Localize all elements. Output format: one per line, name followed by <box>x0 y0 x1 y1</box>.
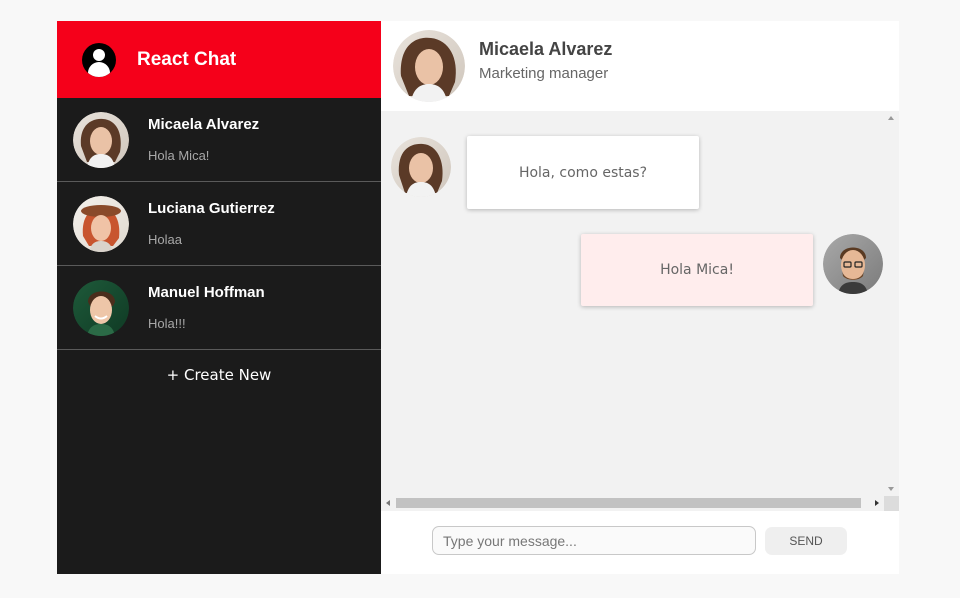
horizontal-scroll-thumb[interactable] <box>396 498 861 508</box>
contact-name: Micaela Alvarez <box>479 38 613 59</box>
contact-role: Marketing manager <box>479 64 609 82</box>
send-button[interactable]: SEND <box>765 527 847 555</box>
user-circle-icon <box>82 42 116 77</box>
chat-header: Micaela Alvarez Marketing manager <box>381 21 899 111</box>
incoming-avatar <box>391 137 451 197</box>
scroll-up-arrow-icon[interactable] <box>888 116 894 120</box>
message-list[interactable]: Hola, como estas? Hola Mica! <box>381 111 899 511</box>
scroll-left-arrow-icon[interactable] <box>386 500 390 506</box>
conversation-preview: Holaa <box>148 232 182 247</box>
outgoing-avatar <box>823 234 883 294</box>
horizontal-scrollbar[interactable] <box>381 496 899 511</box>
conversation-item-manuel[interactable]: Manuel Hoffman Hola!!! <box>57 266 381 350</box>
scroll-down-arrow-icon[interactable] <box>888 487 894 491</box>
avatar-micaela <box>73 111 129 168</box>
scroll-right-arrow-icon[interactable] <box>875 500 879 506</box>
conversation-item-luciana[interactable]: Luciana Gutierrez Holaa <box>57 182 381 266</box>
conversation-item-micaela[interactable]: Micaela Alvarez Hola Mica! <box>57 98 381 182</box>
conversation-name: Luciana Gutierrez <box>148 200 275 217</box>
conversation-preview: Hola Mica! <box>148 148 210 163</box>
conversation-name: Manuel Hoffman <box>148 284 265 301</box>
contact-avatar <box>393 30 465 102</box>
vertical-scrollbar[interactable] <box>884 111 899 496</box>
conversation-name: Micaela Alvarez <box>148 116 260 133</box>
scrollbar-corner <box>884 496 899 511</box>
sidebar: React Chat Micaela Alvarez Hola Mica! Lu… <box>57 21 381 574</box>
app-header: React Chat <box>57 21 381 98</box>
app-title: React Chat <box>137 48 237 70</box>
message-input[interactable] <box>432 526 756 555</box>
conversation-preview: Hola!!! <box>148 316 186 331</box>
avatar-manuel <box>73 279 129 336</box>
message-bubble-incoming: Hola, como estas? <box>467 136 699 209</box>
message-bubble-outgoing: Hola Mica! <box>581 234 813 306</box>
create-new-button[interactable]: + Create New <box>57 366 381 384</box>
avatar-luciana <box>73 195 129 252</box>
chat-panel: Micaela Alvarez Marketing manager Hola, … <box>381 21 899 574</box>
message-composer: SEND <box>381 511 899 574</box>
